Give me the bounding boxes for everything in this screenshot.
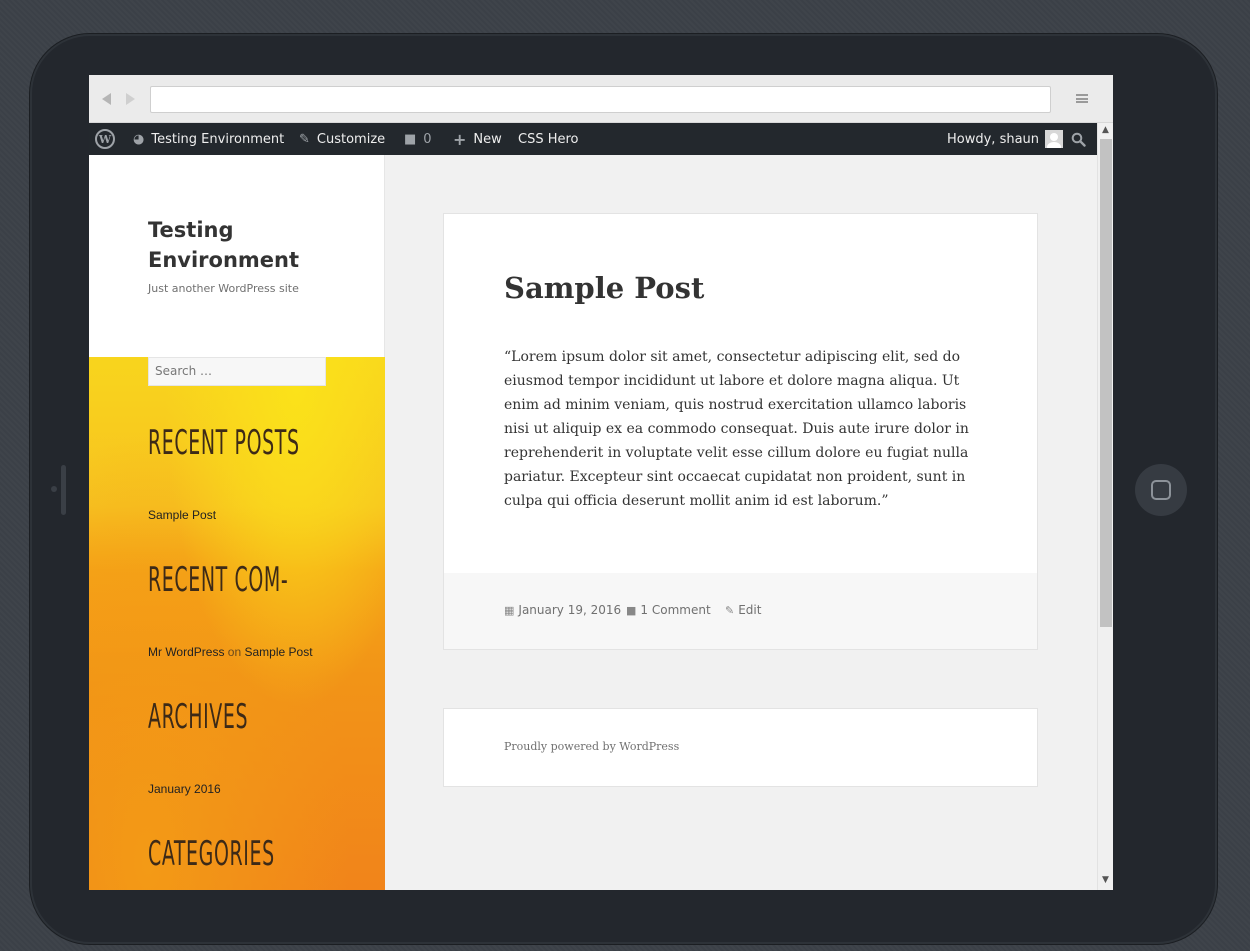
- dashboard-icon: ◕: [133, 131, 145, 147]
- post-date[interactable]: ▦ January 19, 2016: [504, 603, 621, 617]
- user-avatar: [1045, 130, 1064, 148]
- post-date-label: January 19, 2016: [518, 603, 622, 617]
- calendar-icon: ▦: [504, 603, 515, 617]
- scroll-down-arrow-icon[interactable]: ▼: [1102, 875, 1109, 885]
- post-title[interactable]: Sample Post: [504, 271, 704, 305]
- recent-comment-item: Mr WordPress on Sample Post: [148, 645, 313, 659]
- search-input[interactable]: Search …: [148, 357, 326, 386]
- recent-post-link[interactable]: Sample Post: [148, 508, 216, 522]
- post-meta-footer: ▦ January 19, 2016 ■ 1 Comment ✎ Edit: [444, 573, 1037, 649]
- side-button: [61, 465, 66, 515]
- paintbrush-icon: ✎: [299, 131, 310, 147]
- comments-count: 0: [423, 131, 432, 147]
- comment-bubble-icon: ■: [404, 131, 417, 147]
- new-label: New: [473, 131, 502, 147]
- back-arrow-icon[interactable]: [102, 93, 111, 105]
- home-button-icon: [1151, 480, 1171, 500]
- post-article: Sample Post “Lorem ipsum dolor sit amet,…: [443, 213, 1038, 650]
- post-edit-label: Edit: [738, 603, 762, 617]
- address-bar[interactable]: [150, 86, 1051, 113]
- admin-bar-customize[interactable]: ✎ Customize: [299, 123, 385, 155]
- admin-bar-css-hero[interactable]: CSS Hero: [518, 123, 579, 155]
- comment-icon: ■: [626, 603, 637, 617]
- admin-bar-new[interactable]: + New: [453, 123, 502, 155]
- admin-bar-search[interactable]: [1071, 123, 1086, 155]
- comment-author-link[interactable]: Mr WordPress: [148, 645, 224, 659]
- css-hero-label: CSS Hero: [518, 131, 579, 147]
- pencil-icon: ✎: [725, 603, 735, 617]
- device-screen: W ◕ Testing Environment ✎ Customize ■ 0 …: [89, 75, 1113, 890]
- customize-label: Customize: [316, 131, 386, 147]
- comment-post-link[interactable]: Sample Post: [245, 645, 313, 659]
- widget-title-recent-posts: RECENT POSTS: [148, 423, 300, 463]
- site-description: Just another WordPress site: [148, 282, 299, 295]
- widget-title-categories: CATEGORIES: [148, 834, 275, 874]
- wp-admin-bar: W ◕ Testing Environment ✎ Customize ■ 0 …: [89, 123, 1097, 155]
- browser-toolbar: [89, 75, 1113, 123]
- search-icon: [1071, 132, 1086, 147]
- post-comments-label: 1 Comment: [640, 603, 711, 617]
- sidebar-widgets: Search … RECENT POSTS Sample Post RECENT…: [89, 357, 385, 890]
- hamburger-menu-icon[interactable]: [1076, 94, 1088, 103]
- post-edit-link[interactable]: ✎ Edit: [725, 603, 761, 617]
- comment-on-label: on: [227, 645, 242, 659]
- admin-bar-my-account[interactable]: Howdy, shaun: [947, 123, 1064, 155]
- site-branding: Testing Environment Just another WordPre…: [89, 155, 385, 357]
- scroll-thumb[interactable]: [1100, 139, 1112, 627]
- site-title[interactable]: Testing Environment: [148, 215, 348, 275]
- site-footer: Proudly powered by WordPress: [443, 708, 1038, 787]
- footer-credit[interactable]: Proudly powered by WordPress: [504, 740, 679, 753]
- post-content: “Lorem ipsum dolor sit amet, consectetur…: [504, 349, 969, 509]
- site-name-label: Testing Environment: [151, 131, 285, 147]
- widget-title-archives: ARCHIVES: [148, 697, 249, 737]
- plus-icon: +: [453, 129, 467, 149]
- wordpress-logo-icon: W: [95, 129, 115, 149]
- admin-bar-site-name[interactable]: ◕ Testing Environment: [133, 123, 284, 155]
- scroll-up-arrow-icon[interactable]: ▲: [1102, 125, 1109, 135]
- camera-dot: [51, 486, 57, 492]
- howdy-label: Howdy, shaun: [947, 131, 1040, 147]
- page-scrollbar[interactable]: ▲ ▼: [1097, 123, 1113, 890]
- wp-logo-button[interactable]: W: [95, 123, 115, 155]
- archive-link[interactable]: January 2016: [148, 782, 221, 796]
- forward-arrow-icon[interactable]: [126, 93, 135, 105]
- widget-title-recent-comments: RECENT COM-: [148, 560, 289, 600]
- admin-bar-comments[interactable]: ■ 0: [404, 123, 432, 155]
- post-comments-link[interactable]: ■ 1 Comment: [626, 603, 711, 617]
- home-button[interactable]: [1135, 464, 1187, 516]
